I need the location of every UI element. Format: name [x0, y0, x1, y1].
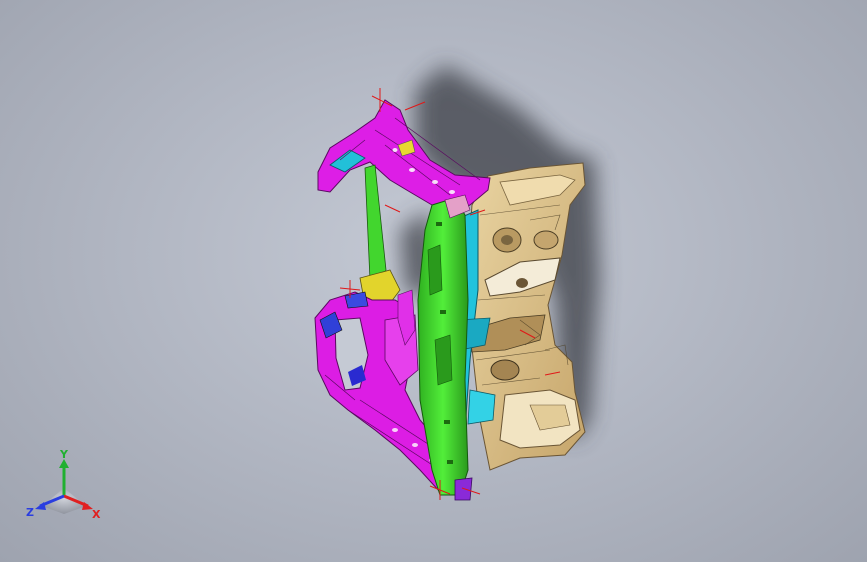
- 3d-model[interactable]: [0, 0, 867, 562]
- x-axis-label: X: [92, 508, 101, 521]
- y-axis-label: Y: [59, 448, 69, 461]
- left-vertical-strut[interactable]: [364, 164, 387, 291]
- z-axis-label: Z: [26, 506, 34, 519]
- orientation-triad[interactable]: Y X Z: [22, 448, 106, 524]
- graphics-viewport[interactable]: Y X Z: [0, 0, 867, 562]
